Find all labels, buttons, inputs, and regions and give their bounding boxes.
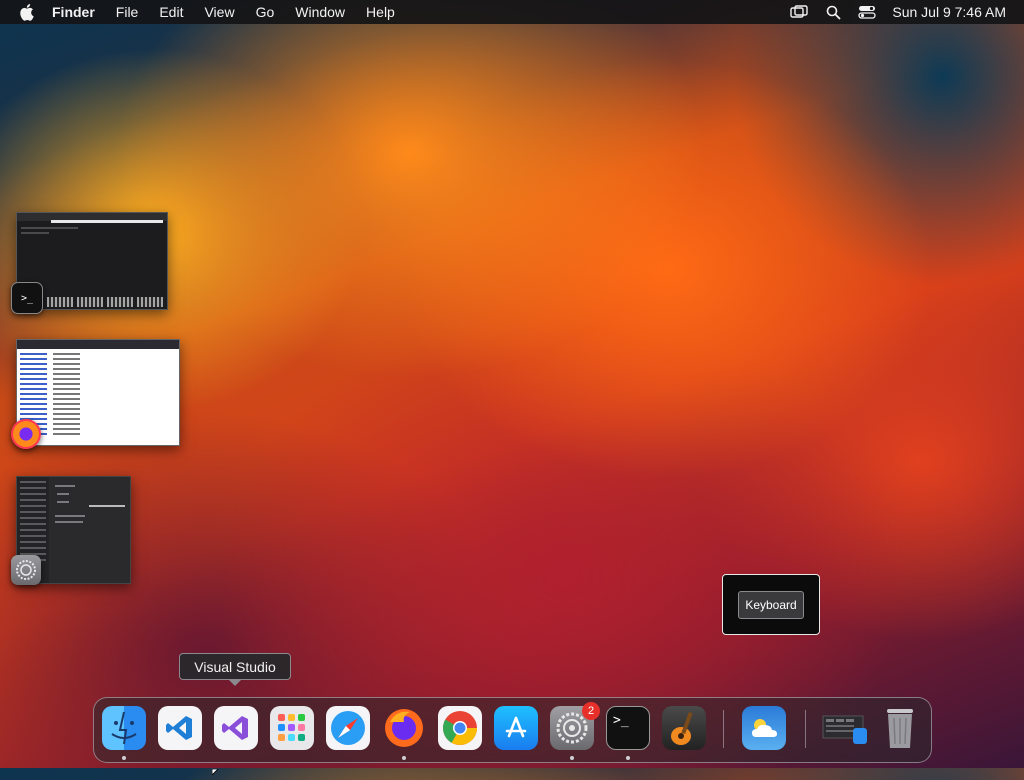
notification-badge: 2 (582, 702, 600, 720)
finder-running-dot (122, 756, 126, 760)
launchpad-icon[interactable] (270, 706, 314, 750)
downloads-stack-icon[interactable] (820, 706, 872, 750)
firefox-app-icon[interactable] (11, 419, 41, 449)
finder-icon[interactable] (102, 706, 146, 750)
terminal-app-icon[interactable]: >_ (11, 282, 43, 314)
menu-edit[interactable]: Edit (159, 0, 183, 24)
menu-window[interactable]: Window (295, 0, 345, 24)
dock-separator (723, 710, 724, 748)
menu-bar: Finder File Edit View Go Window Help Sun… (0, 0, 1024, 24)
dock: >_ (93, 697, 932, 763)
garageband-icon[interactable] (662, 706, 706, 750)
menu-file[interactable]: File (116, 0, 139, 24)
search-icon[interactable] (824, 4, 842, 20)
menu-clock[interactable]: Sun Jul 9 7:46 AM (892, 4, 1006, 20)
keyboard-popup: Keyboard (722, 574, 820, 635)
menu-go[interactable]: Go (256, 0, 275, 24)
terminal-running-dot (626, 756, 630, 760)
keyboard-button[interactable]: Keyboard (738, 590, 804, 619)
firefox-running-dot (402, 756, 406, 760)
firefox-icon[interactable] (382, 706, 426, 750)
menu-help[interactable]: Help (366, 0, 395, 24)
dock-separator (805, 710, 806, 748)
system-settings-app-icon[interactable] (11, 555, 41, 585)
terminal-icon[interactable]: >_ (606, 706, 650, 750)
menu-view[interactable]: View (204, 0, 234, 24)
mouse-cursor-icon (211, 762, 222, 780)
screen-mirroring-icon[interactable] (790, 4, 809, 20)
apple-menu-icon[interactable] (18, 3, 34, 21)
vscode-icon[interactable] (158, 706, 202, 750)
safari-icon[interactable] (326, 706, 370, 750)
dock-tooltip: Visual Studio (179, 653, 291, 686)
app-store-icon[interactable] (494, 706, 538, 750)
chrome-icon[interactable] (438, 706, 482, 750)
control-center-icon[interactable] (858, 4, 877, 20)
menu-app-name[interactable]: Finder (52, 0, 95, 24)
weather-icon[interactable] (742, 706, 786, 750)
visual-studio-icon[interactable] (214, 706, 258, 750)
system-settings-running-dot (570, 756, 574, 760)
trash-icon[interactable] (878, 706, 922, 750)
